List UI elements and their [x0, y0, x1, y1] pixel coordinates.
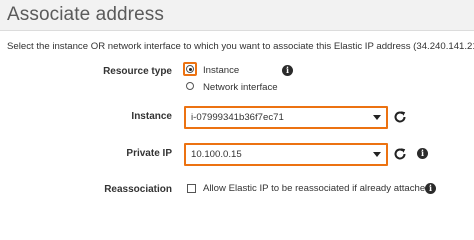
- radio-network-interface-label[interactable]: Network interface: [203, 82, 278, 93]
- instance-label: Instance: [131, 111, 172, 122]
- info-icon[interactable]: i: [417, 148, 428, 159]
- reassociation-label: Reassociation: [104, 184, 172, 195]
- refresh-icon[interactable]: [393, 147, 407, 161]
- radio-instance-label[interactable]: Instance: [203, 65, 239, 76]
- private-ip-select-value: 10.100.0.15: [191, 149, 242, 160]
- reassociation-checkbox-label[interactable]: Allow Elastic IP to be reassociated if a…: [203, 183, 431, 194]
- radio-network-interface[interactable]: [186, 82, 194, 90]
- private-ip-select[interactable]: 10.100.0.15: [184, 143, 388, 166]
- header-bar: Associate address: [0, 0, 474, 31]
- info-icon[interactable]: i: [282, 65, 293, 76]
- private-ip-label: Private IP: [126, 148, 172, 159]
- instance-select-value: i-07999341b36f7ec71: [191, 112, 284, 123]
- reassociation-checkbox[interactable]: [187, 184, 196, 193]
- chevron-down-icon: [373, 115, 381, 120]
- description-text: Select the instance OR network interface…: [7, 41, 474, 52]
- page-title: Associate address: [7, 4, 164, 25]
- chevron-down-icon: [373, 152, 381, 157]
- info-icon[interactable]: i: [425, 183, 436, 194]
- instance-select[interactable]: i-07999341b36f7ec71: [184, 106, 388, 129]
- associate-address-panel: Associate address Select the instance OR…: [0, 0, 474, 206]
- refresh-icon[interactable]: [393, 110, 407, 124]
- resource-type-label: Resource type: [103, 66, 172, 77]
- radio-instance[interactable]: [186, 65, 194, 73]
